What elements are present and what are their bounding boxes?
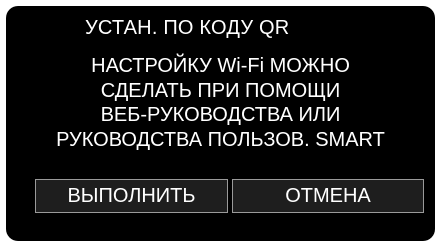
dialog-message: НАСТРОЙКУ Wi-Fi МОЖНО СДЕЛАТЬ ПРИ ПОМОЩИ… <box>6 54 435 152</box>
screen: УСТАН. ПО КОДУ QR НАСТРОЙКУ Wi-Fi МОЖНО … <box>0 0 441 247</box>
message-line-1: НАСТРОЙКУ Wi-Fi МОЖНО <box>91 55 350 77</box>
qr-setup-dialog: УСТАН. ПО КОДУ QR НАСТРОЙКУ Wi-Fi МОЖНО … <box>6 6 435 241</box>
message-line-4: РУКОВОДСТВА ПОЛЬЗОВ. SMART <box>56 128 385 151</box>
dialog-title: УСТАН. ПО КОДУ QR <box>85 17 290 39</box>
cancel-button[interactable]: ОТМЕНА <box>232 179 424 213</box>
execute-button[interactable]: ВЫПОЛНИТЬ <box>35 179 228 213</box>
message-line-2: СДЕЛАТЬ ПРИ ПОМОЩИ <box>100 79 341 102</box>
message-line-3: ВЕБ-РУКОВОДСТВА ИЛИ <box>100 104 341 126</box>
